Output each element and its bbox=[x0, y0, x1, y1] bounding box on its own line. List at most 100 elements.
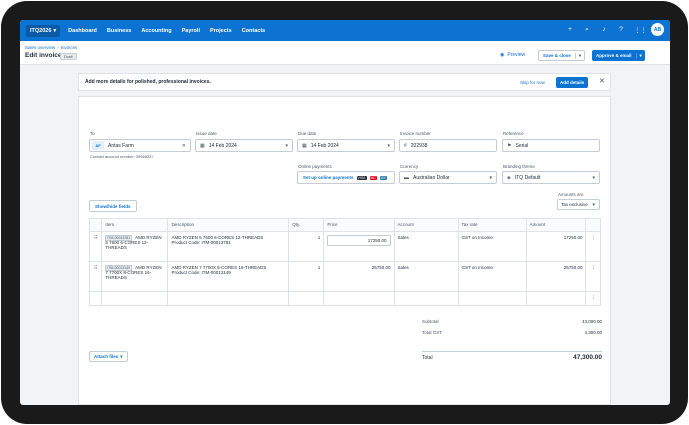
product-code-line: Product Code: ITM-00013149 bbox=[171, 270, 231, 275]
to-contact-value: Antas Farm bbox=[108, 142, 134, 149]
close-icon[interactable]: ✕ bbox=[182, 143, 186, 149]
invoice-number-value: 202938 bbox=[410, 142, 428, 149]
column-header-item: Item bbox=[101, 218, 169, 232]
online-payments-button[interactable]: Set up online payments VISA MC AX bbox=[297, 171, 395, 184]
item-cell[interactable]: ITM-00013149 AMD RYZEN 7 7700X 8-CORES 1… bbox=[101, 261, 169, 292]
gst-value: 4,300.00 bbox=[584, 330, 602, 335]
due-date-field[interactable]: ▦ 14 Feb 2024 ▾ bbox=[297, 139, 395, 152]
price-cell[interactable]: 25750.00 bbox=[323, 261, 395, 292]
total-label: Total bbox=[422, 355, 433, 361]
page-header: Sales overview › Invoices Edit invoice D… bbox=[20, 41, 670, 65]
reference-value: Serial bbox=[515, 142, 529, 149]
account-cell[interactable]: Sales bbox=[393, 231, 459, 262]
mastercard-icon: MC bbox=[369, 175, 377, 180]
empty-cell[interactable] bbox=[323, 291, 395, 306]
help-icon[interactable]: ? bbox=[617, 26, 625, 33]
nav-contacts[interactable]: Contacts bbox=[242, 28, 266, 34]
status-badge: Draft bbox=[60, 53, 77, 60]
subtotal-value: 43,000.00 bbox=[581, 319, 602, 324]
plus-icon[interactable]: + bbox=[566, 26, 574, 33]
due-date-label: Due date bbox=[298, 131, 317, 136]
breadcrumb-separator: › bbox=[57, 45, 59, 50]
nav-business[interactable]: Business bbox=[107, 28, 131, 34]
breadcrumb-invoices[interactable]: Invoices bbox=[61, 45, 78, 50]
org-switcher[interactable]: ITQ2026 ▾ bbox=[26, 24, 61, 37]
calendar-icon: ▦ bbox=[302, 142, 307, 149]
issue-date-label: Issue date bbox=[196, 131, 217, 136]
attach-files-button[interactable]: Attach files ▾ bbox=[89, 351, 128, 362]
empty-cell[interactable] bbox=[457, 291, 527, 306]
chevron-down-icon: ▾ bbox=[53, 27, 57, 34]
gst-row: Total GST 4,300.00 bbox=[422, 330, 602, 341]
app-screen: ITQ2026 ▾ Dashboard Business Accounting … bbox=[20, 20, 670, 405]
more-options-icon[interactable]: ⋮ bbox=[585, 261, 601, 292]
nav-accounting[interactable]: Accounting bbox=[141, 28, 171, 34]
empty-cell[interactable] bbox=[525, 291, 587, 306]
preview-button[interactable]: ◉ Preview bbox=[500, 52, 525, 58]
price-cell[interactable]: 17250.00 bbox=[323, 231, 395, 262]
description-cell[interactable]: AMD RYZEN 7 7700X 8-CORES 16-THREADS Pro… bbox=[167, 261, 290, 292]
empty-cell[interactable] bbox=[88, 291, 103, 306]
total-value: 47,300.00 bbox=[573, 354, 602, 361]
chevron-down-icon[interactable]: ▾ bbox=[574, 52, 584, 59]
qty-cell[interactable]: 1 bbox=[288, 261, 325, 292]
tax-rate-cell[interactable]: GST on Income bbox=[457, 261, 527, 292]
column-header-amount: Amount bbox=[525, 218, 587, 232]
add-details-button[interactable]: Add details bbox=[556, 77, 589, 88]
chevron-down-icon[interactable]: ▾ bbox=[635, 52, 645, 59]
product-code-line: Product Code: ITM-00013781 bbox=[171, 240, 231, 245]
more-options-icon[interactable]: ⋮ bbox=[585, 291, 601, 306]
chevron-down-icon: ▾ bbox=[489, 174, 492, 181]
banner-text: Add more details for polished, professio… bbox=[85, 79, 211, 85]
amount-cell[interactable]: 25750.00 bbox=[525, 261, 587, 292]
issue-date-field[interactable]: ▦ 14 Feb 2024 ▾ bbox=[195, 139, 293, 152]
nav-dashboard[interactable]: Dashboard bbox=[68, 28, 97, 34]
item-cell[interactable]: ITM-00013781 AMD RYZEN 5 7600 6-CORES 12… bbox=[101, 231, 169, 262]
amex-icon: AX bbox=[379, 175, 387, 180]
invoice-number-label: Invoice number bbox=[400, 131, 431, 136]
currency-select[interactable]: ▬ Australian Dollar ▾ bbox=[399, 171, 497, 184]
qty-cell[interactable]: 1 bbox=[288, 231, 325, 262]
apps-grid-icon[interactable]: ⋮⋮ bbox=[634, 26, 647, 34]
chevron-down-icon: ▾ bbox=[387, 142, 390, 149]
breadcrumb-sales-overview[interactable]: Sales overview bbox=[25, 45, 55, 50]
page-title: Edit invoice bbox=[25, 52, 62, 59]
empty-cell[interactable] bbox=[167, 291, 290, 306]
more-options-icon[interactable]: ⋮ bbox=[585, 231, 601, 262]
drag-handle-icon[interactable]: ⠿ bbox=[88, 261, 103, 292]
close-icon[interactable]: ✕ bbox=[599, 77, 605, 85]
due-date-value: 14 Feb 2024 bbox=[310, 142, 339, 149]
breadcrumb: Sales overview › Invoices bbox=[25, 45, 77, 50]
bell-icon[interactable]: ♪ bbox=[600, 26, 608, 33]
empty-cell[interactable] bbox=[288, 291, 325, 306]
search-icon[interactable]: ⌕ bbox=[583, 26, 591, 34]
show-hide-fields-button[interactable]: Show/hide fields bbox=[89, 200, 137, 212]
flag-icon: ⚑ bbox=[507, 142, 512, 149]
to-contact-field[interactable]: AF Antas Farm ✕ bbox=[89, 139, 191, 152]
subtotal-label: Subtotal bbox=[422, 319, 439, 324]
tax-rate-cell[interactable]: GST on Income bbox=[457, 231, 527, 262]
flag-icon: ▬ bbox=[404, 174, 409, 181]
skip-for-now-link[interactable]: Skip for now bbox=[520, 80, 545, 85]
approve-email-button[interactable]: Approve & email ▾ bbox=[592, 50, 645, 61]
issue-date-value: 14 Feb 2024 bbox=[208, 142, 237, 149]
save-close-button[interactable]: Save & close ▾ bbox=[538, 50, 586, 61]
invoice-number-field[interactable]: # 202938 bbox=[399, 139, 497, 152]
description-cell[interactable]: AMD RYZEN 5 7600 6-CORES 12-THREADS Prod… bbox=[167, 231, 290, 262]
approve-email-label: Approve & email bbox=[596, 53, 632, 58]
drag-handle-icon[interactable]: ⠿ bbox=[88, 231, 103, 262]
empty-cell[interactable] bbox=[101, 291, 169, 306]
account-cell[interactable]: Sales bbox=[393, 261, 459, 292]
reference-field[interactable]: ⚑ Serial bbox=[502, 139, 600, 152]
nav-projects[interactable]: Projects bbox=[210, 28, 232, 34]
avatar[interactable]: AB bbox=[651, 23, 664, 36]
nav-payroll[interactable]: Payroll bbox=[182, 28, 200, 34]
column-header-price: Price bbox=[323, 218, 395, 232]
branding-theme-select[interactable]: ◈ ITQ Default ▾ bbox=[502, 171, 600, 184]
palette-icon: ◈ bbox=[507, 174, 511, 181]
table-row: ⠿ ITM-00013149 AMD RYZEN 7 7700X 8-CORES… bbox=[88, 261, 601, 292]
amount-cell[interactable]: 17250.00 bbox=[525, 231, 587, 262]
empty-cell[interactable] bbox=[393, 291, 459, 306]
amounts-are-select[interactable]: Tax exclusive ▾ bbox=[557, 199, 600, 210]
subtotal-row: Subtotal 43,000.00 bbox=[422, 319, 602, 330]
